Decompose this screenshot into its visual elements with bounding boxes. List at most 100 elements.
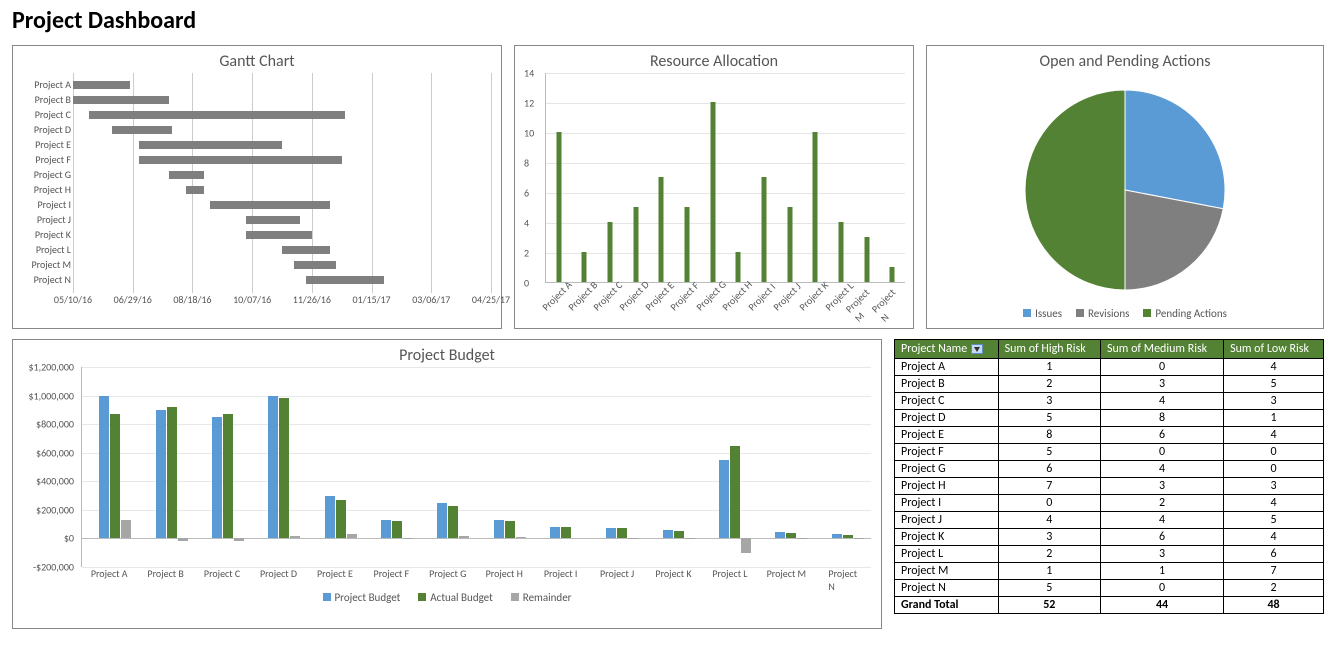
grand-total-value: 52 [998, 597, 1100, 614]
gantt-bar [89, 111, 346, 119]
budget-y-tick: $800,000 [14, 418, 74, 431]
budget-legend: Project BudgetActual BudgetRemainder [13, 591, 881, 604]
pie-legend-item: Revisions [1076, 307, 1129, 320]
risk-value: 4 [1224, 529, 1324, 546]
budget-chart-card: Project Budget -$200,000$0$200,000$400,0… [12, 339, 882, 629]
resource-y-tick: 12 [524, 97, 534, 110]
risk-value: 1 [998, 359, 1100, 376]
gantt-row-label: Project H [17, 183, 71, 196]
risk-col-header: Project Name [895, 340, 999, 359]
risk-col-header: Sum of High Risk [998, 340, 1100, 359]
gantt-plot-area: Project AProject BProject CProject DProj… [73, 73, 491, 293]
table-row: Project I024 [895, 495, 1324, 512]
resource-bar [890, 267, 895, 282]
resource-y-tick: 8 [524, 157, 529, 170]
risk-value: 5 [998, 580, 1100, 597]
budget-bar [741, 538, 751, 552]
gantt-x-tick: 10/07/16 [233, 293, 271, 306]
risk-project-name: Project F [895, 444, 999, 461]
risk-value: 0 [1224, 461, 1324, 478]
budget-bar [156, 410, 166, 539]
grand-total-value: 44 [1100, 597, 1223, 614]
budget-bar [223, 414, 233, 538]
risk-value: 4 [998, 512, 1100, 529]
risk-value: 4 [1100, 393, 1223, 410]
resource-bar [710, 102, 715, 282]
resource-bar [633, 207, 638, 282]
filter-dropdown-icon[interactable] [971, 344, 983, 354]
gantt-row-label: Project J [17, 213, 71, 226]
budget-bar [178, 538, 188, 541]
table-row: Project N502 [895, 580, 1324, 597]
budget-bar [448, 506, 458, 539]
budget-bar [392, 521, 402, 539]
budget-bar [854, 538, 864, 539]
risk-value: 0 [1100, 580, 1223, 597]
risk-value: 6 [1224, 546, 1324, 563]
pie-chart-card: Open and Pending Actions IssuesRevisions… [926, 45, 1324, 329]
gantt-x-tick: 04/25/17 [472, 293, 510, 306]
gantt-title: Gantt Chart [13, 46, 501, 73]
budget-bar [347, 534, 357, 538]
resource-bar [838, 222, 843, 282]
gantt-row-label: Project G [17, 168, 71, 181]
risk-value: 4 [1224, 359, 1324, 376]
resource-plot-area: 24681012140 [545, 73, 905, 283]
budget-bar [617, 528, 627, 538]
gantt-bar [306, 276, 384, 284]
budget-title: Project Budget [13, 340, 881, 367]
gantt-bar [294, 261, 336, 269]
risk-value: 6 [998, 461, 1100, 478]
gantt-bar [139, 141, 282, 149]
budget-bar [516, 537, 526, 538]
risk-project-name: Project J [895, 512, 999, 529]
budget-bar [550, 527, 560, 538]
table-row: Project G640 [895, 461, 1324, 478]
grand-total-value: 48 [1224, 597, 1324, 614]
resource-bar [685, 207, 690, 282]
risk-project-name: Project L [895, 546, 999, 563]
budget-bar [797, 538, 807, 539]
risk-value: 6 [1100, 427, 1223, 444]
budget-legend-item: Project Budget [323, 591, 401, 604]
gantt-bar [210, 201, 329, 209]
risk-value: 3 [998, 393, 1100, 410]
risk-value: 5 [1224, 512, 1324, 529]
risk-project-name: Project C [895, 393, 999, 410]
resource-y-tick: 14 [524, 67, 534, 80]
budget-y-tick: $400,000 [14, 475, 74, 488]
risk-value: 4 [1224, 427, 1324, 444]
risk-value: 8 [998, 427, 1100, 444]
risk-value: 0 [1100, 444, 1223, 461]
gantt-bar [246, 216, 300, 224]
resource-bar [736, 252, 741, 282]
risk-value: 4 [1100, 461, 1223, 478]
risk-value: 3 [1100, 546, 1223, 563]
gantt-bar [112, 126, 172, 134]
resource-y-tick: 2 [524, 247, 529, 260]
risk-project-name: Project K [895, 529, 999, 546]
risk-table: Project NameSum of High RiskSum of Mediu… [894, 339, 1324, 614]
budget-bar [685, 538, 695, 539]
budget-y-tick: -$200,000 [14, 561, 74, 574]
budget-x-tick: Project L [712, 567, 747, 580]
risk-col-header: Sum of Medium Risk [1100, 340, 1223, 359]
budget-bar [336, 500, 346, 539]
gantt-x-tick: 06/29/16 [114, 293, 152, 306]
budget-bar [279, 398, 289, 538]
risk-value: 2 [1100, 495, 1223, 512]
resource-bar [582, 252, 587, 282]
pie-slice [1125, 90, 1225, 209]
budget-y-tick: $1,200,000 [14, 361, 74, 374]
gantt-bar [73, 96, 169, 104]
risk-value: 3 [1100, 478, 1223, 495]
risk-value: 0 [998, 495, 1100, 512]
resource-bar [556, 132, 561, 282]
risk-value: 2 [998, 546, 1100, 563]
budget-bar [561, 527, 571, 538]
gantt-row-label: Project K [17, 228, 71, 241]
risk-project-name: Project E [895, 427, 999, 444]
page-title: Project Dashboard [12, 6, 1324, 35]
risk-value: 3 [1224, 478, 1324, 495]
gantt-row-label: Project D [17, 123, 71, 136]
